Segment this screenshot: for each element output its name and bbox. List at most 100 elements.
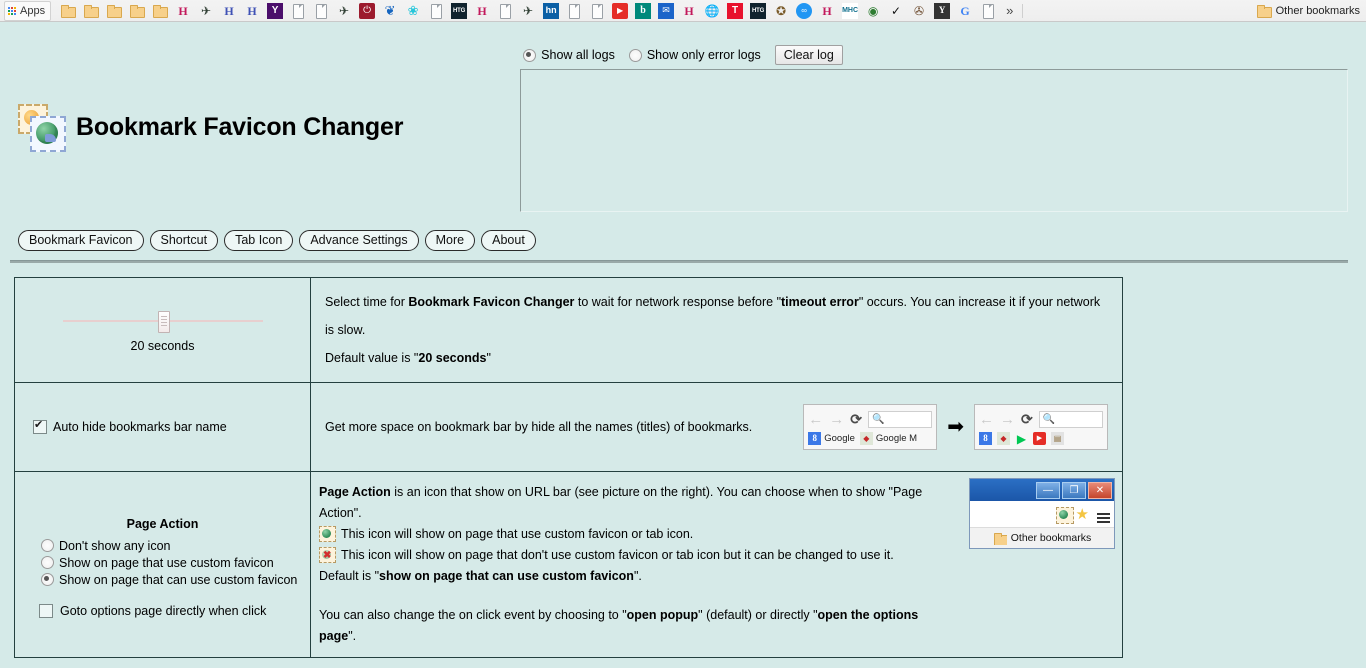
tab-label: Tab Icon <box>235 233 283 247</box>
timeout-description-cell: Select time for Bookmark Favicon Changer… <box>310 277 1123 383</box>
document-icon <box>497 3 513 19</box>
tab-shortcut[interactable]: Shortcut <box>149 230 219 251</box>
other-bookmarks-folder[interactable]: Other bookmarks <box>1256 2 1360 20</box>
clear-log-button[interactable]: Clear log <box>774 45 843 65</box>
radio-show-on-page-that-use-custom-favicon-indicator[interactable] <box>41 556 54 569</box>
page-action-disabled-icon: ✖ <box>319 547 337 563</box>
slider-thumb[interactable] <box>157 311 170 333</box>
bookmark-item[interactable]: MHC <box>839 2 861 20</box>
flower-icon: ❀ <box>407 3 419 18</box>
checkbox-goto-options-page[interactable]: Goto options page directly when click <box>39 603 310 618</box>
bookmark-item[interactable]: T <box>724 2 746 20</box>
window-other-bookmarks-label: Other bookmarks <box>1010 532 1092 544</box>
apps-button[interactable]: Apps <box>4 0 52 21</box>
bookmark-item[interactable]: H <box>218 2 240 20</box>
log-output-box[interactable] <box>520 69 1348 212</box>
page-action-description-cell: Page Action is an icon that show on URL … <box>310 471 1123 658</box>
folder-icon <box>60 3 77 19</box>
radio-show-all-logs-indicator[interactable] <box>523 48 537 62</box>
checkbox-goto-options-indicator[interactable] <box>39 603 53 618</box>
bookmark-item[interactable]: ▶ <box>609 2 631 20</box>
google-icon: 8 <box>979 432 992 445</box>
checkbox-auto-hide-label: Auto hide bookmarks bar name <box>53 420 227 434</box>
radio-show-on-page-that-can-use-custom-favicon-indicator[interactable] <box>41 573 54 586</box>
compass-icon: ✪ <box>776 3 787 18</box>
other-bookmarks-label: Other bookmarks <box>1275 5 1360 17</box>
bookmark-item[interactable] <box>425 2 447 20</box>
bookmark-item[interactable]: Y <box>264 2 286 20</box>
bookmark-item[interactable] <box>57 2 79 20</box>
radio-dont-show-any-icon-label: Don't show any icon <box>59 538 171 553</box>
bookmark-item[interactable]: ✓ <box>885 2 907 20</box>
bookmark-item[interactable]: H <box>678 2 700 20</box>
bookmark-item[interactable] <box>563 2 585 20</box>
bookmark-item[interactable]: 🌐 <box>701 2 723 20</box>
bookmark-item[interactable]: b <box>632 2 654 20</box>
bookmark-item[interactable]: G <box>954 2 976 20</box>
close-icon: ✕ <box>1088 481 1112 499</box>
bookmark-item[interactable]: ✈ <box>333 2 355 20</box>
bookmark-item[interactable]: HTG <box>747 2 769 20</box>
maximize-icon: ❐ <box>1062 481 1086 499</box>
bookmark-item[interactable]: hn <box>540 2 562 20</box>
reload-icon: ⟳ <box>850 410 862 427</box>
h-pink-icon: H <box>178 3 188 18</box>
blue-square-icon: ✉ <box>658 2 675 19</box>
bookmark-item[interactable]: ∞ <box>793 2 815 20</box>
bookmark-item[interactable] <box>586 2 608 20</box>
bookmark-item[interactable]: ✪ <box>770 2 792 20</box>
bookmarks-overflow-button[interactable]: » <box>1000 3 1019 18</box>
check-icon: ✓ <box>891 3 902 18</box>
tab-advance-settings[interactable]: Advance Settings <box>299 230 419 251</box>
bookmark-item[interactable]: ✈ <box>195 2 217 20</box>
checkbox-auto-hide-bookmarks-bar-name[interactable] <box>33 418 47 434</box>
window-bookmarks-bar: Other bookmarks <box>970 528 1114 548</box>
tab-tab-icon[interactable]: Tab Icon <box>224 230 294 251</box>
bookmark-item[interactable] <box>126 2 148 20</box>
radio-show-on-page-that-can-use-custom-favicon[interactable]: Show on page that can use custom favicon <box>41 573 310 587</box>
bookmark-item[interactable] <box>494 2 516 20</box>
bookmark-item[interactable]: ⏻ <box>356 2 378 20</box>
bookmark-item[interactable] <box>310 2 332 20</box>
bookmark-item[interactable]: H <box>471 2 493 20</box>
minimize-icon: — <box>1036 481 1060 499</box>
folder-icon <box>83 3 100 19</box>
folder-icon <box>1256 3 1272 19</box>
timeout-slider[interactable] <box>62 311 263 333</box>
power-icon: ⏻ <box>359 2 376 19</box>
omnibox: 🔍 <box>867 410 933 428</box>
bookmark-item[interactable]: ◉ <box>862 2 884 20</box>
radio-dont-show-any-icon[interactable]: Don't show any icon <box>41 539 310 553</box>
bookmark-item[interactable]: H <box>816 2 838 20</box>
bookmark-item[interactable]: ✉ <box>655 2 677 20</box>
tab-bookmark-favicon[interactable]: Bookmark Favicon <box>18 230 144 251</box>
google-play-icon: ▶ <box>1016 431 1027 446</box>
htg-icon: HTG <box>451 2 468 19</box>
radio-show-on-page-that-use-custom-favicon[interactable]: Show on page that use custom favicon <box>41 556 310 570</box>
radio-dont-show-any-icon-indicator[interactable] <box>41 539 54 552</box>
bookmark-item[interactable] <box>149 2 171 20</box>
omnibox: 🔍 <box>1038 410 1103 428</box>
bookmark-item[interactable]: ✇ <box>908 2 930 20</box>
bookmark-item[interactable]: ❦ <box>379 2 401 20</box>
google-icon: 8 <box>808 432 822 445</box>
bookmark-item[interactable] <box>287 2 309 20</box>
bookmark-item[interactable]: H <box>172 2 194 20</box>
bookmark-item[interactable] <box>977 2 999 20</box>
tab-bar: Bookmark Favicon Shortcut Tab Icon Advance … <box>18 230 536 251</box>
bookmark-item[interactable]: ✈ <box>517 2 539 20</box>
radio-show-all-logs[interactable]: Show all logs <box>523 48 615 62</box>
bookmark-item[interactable]: Y <box>931 2 953 20</box>
bookmark-item[interactable]: ❀ <box>402 2 424 20</box>
radio-show-only-error-logs-indicator[interactable] <box>628 48 642 62</box>
bookmark-item[interactable]: HTG <box>448 2 470 20</box>
bookmark-item[interactable] <box>103 2 125 20</box>
bookmark-item[interactable]: H <box>241 2 263 20</box>
apps-grid-icon <box>8 6 16 15</box>
tab-about[interactable]: About <box>481 230 536 251</box>
preview-bookmark-item: ▤ <box>1051 432 1064 445</box>
bookmark-item[interactable] <box>80 2 102 20</box>
radio-show-only-error-logs[interactable]: Show only error logs <box>628 48 761 62</box>
plane-icon: ✈ <box>339 3 350 18</box>
tab-more[interactable]: More <box>424 230 476 251</box>
